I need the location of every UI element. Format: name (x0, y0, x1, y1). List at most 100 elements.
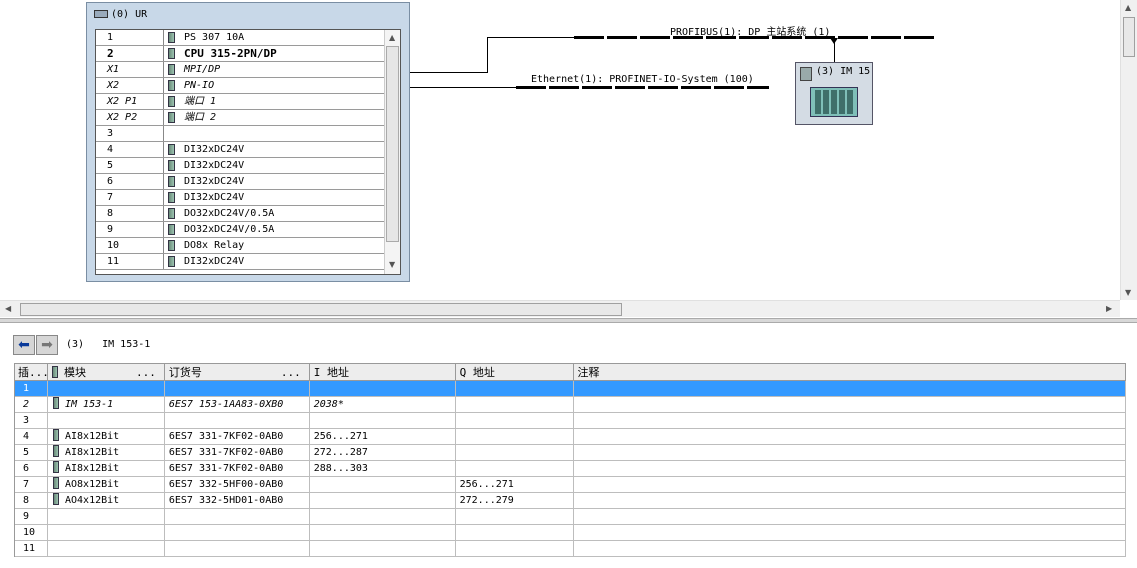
im153-device[interactable]: (3) IM 15 (795, 62, 873, 125)
module-icon (168, 224, 175, 235)
column-header-q-address[interactable]: Q 地址 (456, 364, 574, 380)
table-row[interactable]: 3 (15, 413, 1126, 429)
rack-row[interactable]: 8 DO32xDC24V/0.5A (96, 206, 384, 222)
table-row[interactable]: 10 (15, 525, 1126, 541)
column-header-order[interactable]: 订货号... (165, 364, 310, 380)
rack-row[interactable]: X1 MPI/DP (96, 62, 384, 78)
rack-table[interactable]: 1 PS 307 10A 2 CPU 315-2PN/DP X1 MPI/DP X2 P… (95, 29, 401, 275)
scroll-down-icon[interactable]: ▼ (389, 260, 395, 269)
column-header-comment[interactable]: 注释 (574, 364, 1126, 380)
table-row[interactable]: 2 IM 153-1 6ES7 153-1AA83-0XB0 2038* (15, 397, 1126, 413)
table-row[interactable]: 8 AO4x12Bit 6ES7 332-5HD01-0AB0 272...279 (15, 493, 1126, 509)
table-row[interactable]: 7 AO8x12Bit 6ES7 332-5HF00-0AB0 256...271 (15, 477, 1126, 493)
interface-icon (168, 64, 175, 75)
rack-row[interactable]: 9 DO32xDC24V/0.5A (96, 222, 384, 238)
rack-title: (0) UR (94, 9, 147, 20)
module-icon (168, 144, 175, 155)
module-icon (51, 366, 58, 378)
device-picture-icon (810, 87, 858, 117)
rack-module[interactable]: PS 307 10A (164, 30, 384, 45)
rack-row[interactable]: 4 DI32xDC24V (96, 142, 384, 158)
rack-row[interactable]: X2 PN-IO (96, 78, 384, 94)
slave-icon (800, 67, 812, 81)
column-header-i-address[interactable]: I 地址 (310, 364, 456, 380)
station-vscroll[interactable]: ▲ ▼ (1120, 0, 1137, 300)
profibus-wire (487, 37, 575, 38)
detail-title: (3) IM 153-1 (66, 339, 151, 350)
rack-row[interactable]: 7 DI32xDC24V (96, 190, 384, 206)
rack-module[interactable]: DO32xDC24V/0.5A (164, 222, 384, 237)
scroll-up-icon[interactable]: ▲ (389, 33, 395, 42)
table-header: 插... 模块... 订货号... I 地址 Q 地址 注释 (15, 363, 1126, 381)
rack-slot: 10 (96, 238, 164, 253)
rack-row[interactable]: 1 PS 307 10A (96, 30, 384, 46)
module-icon (52, 493, 59, 505)
rack-module[interactable] (164, 126, 384, 141)
module-icon (168, 240, 175, 251)
column-menu-icon[interactable]: ... (281, 364, 301, 380)
rack-module[interactable]: DO8x Relay (164, 238, 384, 253)
bus-node-icon (830, 38, 838, 44)
vscroll-thumb[interactable] (1123, 17, 1135, 57)
column-menu-icon[interactable]: ... (136, 364, 156, 380)
module-icon (52, 477, 59, 489)
rack-module[interactable]: DI32xDC24V (164, 158, 384, 173)
table-row[interactable]: 4 AI8x12Bit 6ES7 331-7KF02-0AB0 256...271 (15, 429, 1126, 445)
rack-module[interactable]: PN-IO (164, 78, 384, 93)
table-row[interactable]: 9 (15, 509, 1126, 525)
hscroll-thumb[interactable] (20, 303, 622, 316)
rack-module[interactable]: DI32xDC24V (164, 142, 384, 157)
table-row[interactable]: 1 (15, 381, 1126, 397)
config-table[interactable]: 插... 模块... 订货号... I 地址 Q 地址 注释 1 2 IM 153… (14, 363, 1126, 557)
rack-scroll-thumb[interactable] (386, 46, 399, 242)
rack-module[interactable]: DO32xDC24V/0.5A (164, 206, 384, 221)
rack-scrollbar[interactable]: ▲ ▼ (384, 30, 400, 274)
rack-row[interactable]: 10 DO8x Relay (96, 238, 384, 254)
profibus-wire (410, 72, 488, 73)
rack-row[interactable]: 11 DI32xDC24V (96, 254, 384, 270)
rack-window[interactable]: (0) UR 1 PS 307 10A 2 CPU 315-2PN/DP X1 MPI… (86, 2, 410, 282)
rack-module[interactable]: DI32xDC24V (164, 174, 384, 189)
im-module-icon (52, 397, 59, 409)
rack-module[interactable]: 端口 2 (164, 110, 384, 125)
forward-button[interactable]: ➡ (36, 335, 58, 355)
module-icon (52, 445, 59, 457)
detail-view[interactable]: ⬅ ➡ (3) IM 153-1 插... 模块... 订货号... I 地址 … (0, 323, 1137, 568)
rack-row[interactable]: 6 DI32xDC24V (96, 174, 384, 190)
module-icon (52, 461, 59, 473)
rack-row[interactable]: 3 (96, 126, 384, 142)
rack-slot: 6 (96, 174, 164, 189)
station-hscroll[interactable]: ◀ ▶ (0, 300, 1120, 317)
module-icon (52, 429, 59, 441)
rack-slot: 3 (96, 126, 164, 141)
rack-slot: 9 (96, 222, 164, 237)
scroll-left-icon[interactable]: ◀ (5, 304, 11, 313)
module-icon (168, 208, 175, 219)
module-icon (168, 192, 175, 203)
scroll-right-icon[interactable]: ▶ (1106, 304, 1112, 313)
profibus-line[interactable] (574, 36, 934, 39)
column-header-slot[interactable]: 插... (15, 364, 48, 380)
scroll-down-icon[interactable]: ▼ (1125, 288, 1131, 297)
back-button[interactable]: ⬅ (13, 335, 35, 355)
rack-row[interactable]: X2 P1 端口 1 (96, 94, 384, 110)
table-row[interactable]: 5 AI8x12Bit 6ES7 331-7KF02-0AB0 272...287 (15, 445, 1126, 461)
rack-module[interactable]: 端口 1 (164, 94, 384, 109)
rack-module[interactable]: MPI/DP (164, 62, 384, 77)
rack-row[interactable]: X2 P2 端口 2 (96, 110, 384, 126)
rack-row[interactable]: 5 DI32xDC24V (96, 158, 384, 174)
port-icon (168, 96, 175, 107)
rack-slot: X2 (96, 78, 164, 93)
station-view[interactable]: (0) UR 1 PS 307 10A 2 CPU 315-2PN/DP X1 MPI… (0, 0, 1137, 318)
column-header-module[interactable]: 模块... (48, 364, 165, 380)
scroll-up-icon[interactable]: ▲ (1125, 3, 1131, 12)
cpu-icon (168, 48, 175, 59)
table-row[interactable]: 6 AI8x12Bit 6ES7 331-7KF02-0AB0 288...303 (15, 461, 1126, 477)
rack-module[interactable]: CPU 315-2PN/DP (164, 46, 384, 61)
rack-module[interactable]: DI32xDC24V (164, 190, 384, 205)
rack-row[interactable]: 2 CPU 315-2PN/DP (96, 46, 384, 62)
rack-module[interactable]: DI32xDC24V (164, 254, 384, 269)
table-row[interactable]: 11 (15, 541, 1126, 557)
ethernet-line[interactable] (516, 86, 769, 89)
arrow-left-icon: ⬅ (18, 337, 30, 353)
